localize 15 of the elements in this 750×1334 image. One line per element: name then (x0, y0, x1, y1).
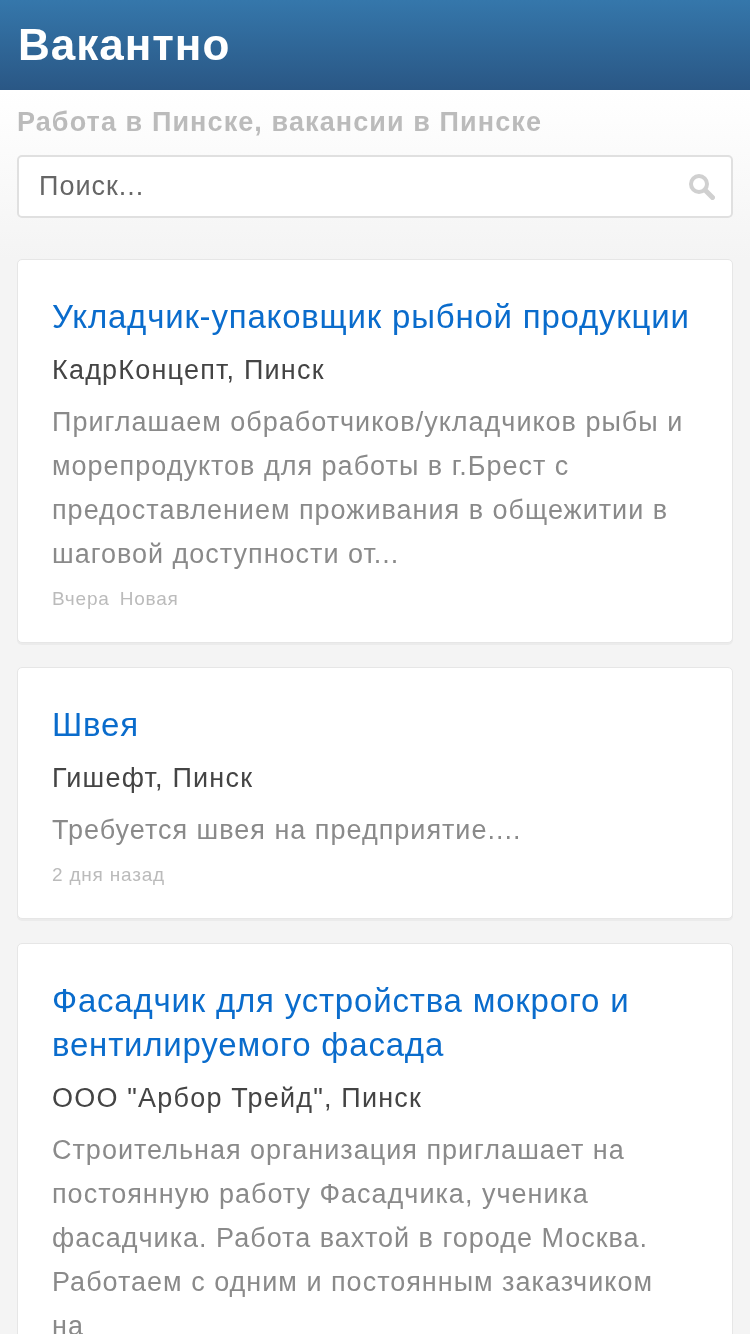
vacancy-title-link[interactable]: Фасадчик для устройства мокрого и вентилируемого фасада (52, 979, 692, 1067)
company-name: КадрКонцепт, Пинск (52, 354, 326, 387)
status-label: Новая (119, 587, 179, 611)
company-name: ООО "Арбор Трейд", Пинск (52, 1082, 424, 1115)
vacancy-description: Требуется швея на предприятие.... (52, 814, 523, 847)
posted-date: 2 дня назад (52, 863, 165, 887)
site-title[interactable]: Вакантно (18, 20, 231, 70)
search-field[interactable]: Поиск... (17, 155, 733, 218)
company-name: Гишефт, Пинск (52, 762, 255, 795)
vacancy-description: Приглашаем обработчиков/укладчиков рыбы и морепродуктов для работы в г.Брест с предоставлением проживания в общежитии в шаговой доступности от... (52, 406, 685, 571)
page-subtitle: Работа в Пинске, вакансии в Пинске (17, 106, 544, 139)
vacancy-title-link[interactable]: Швея (52, 703, 139, 747)
vacancy-title-link[interactable]: Укладчик-упаковщик рыбной продукции (52, 295, 690, 339)
posted-date: Вчера (52, 587, 110, 611)
search-icon[interactable] (688, 173, 715, 200)
